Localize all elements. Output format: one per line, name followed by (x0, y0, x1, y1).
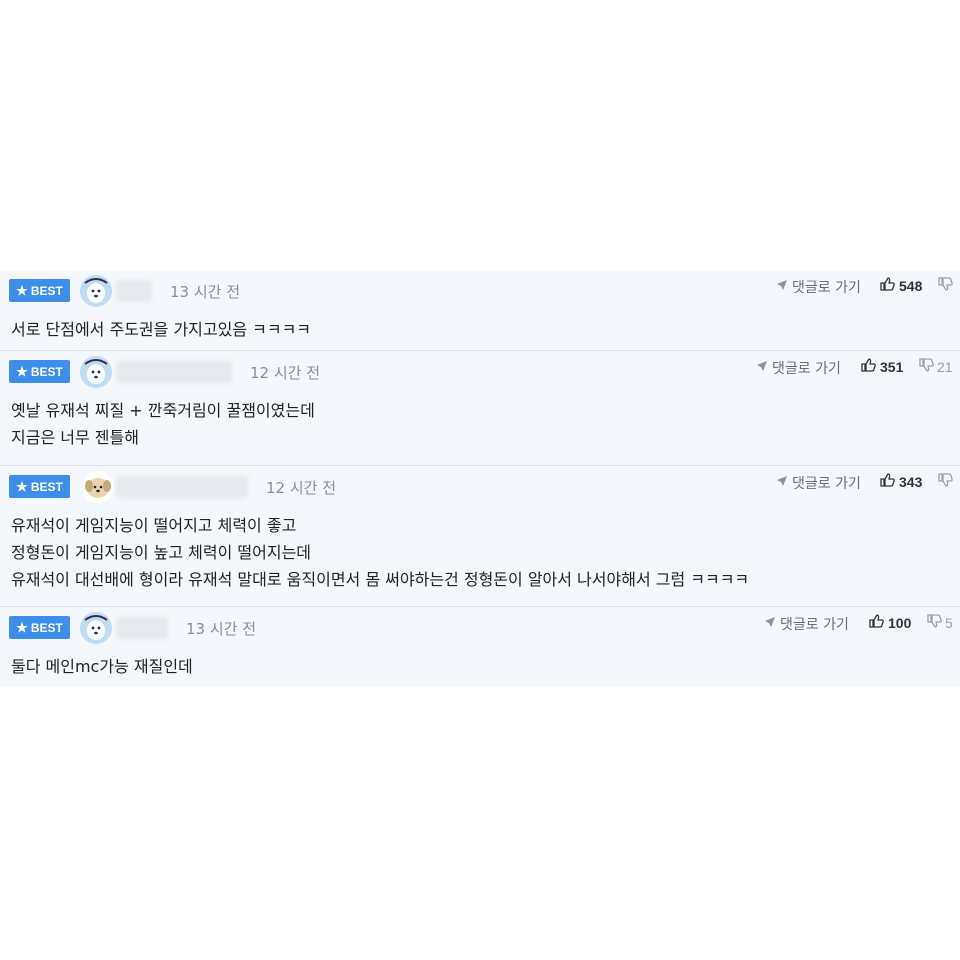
like-button[interactable]: 343 (880, 473, 922, 490)
avatar[interactable] (80, 275, 112, 307)
username-blurred[interactable] (116, 617, 168, 639)
dislike-button[interactable] (938, 277, 956, 294)
best-badge: ★ BEST (9, 475, 70, 498)
dislike-count: 21 (937, 358, 953, 375)
comment-body: 서로 단점에서 주도권을 가지고있음 ㅋㅋㅋㅋ (11, 316, 311, 343)
username-blurred[interactable] (116, 361, 232, 383)
reply-link-label: 댓글로 가기 (792, 476, 861, 492)
avatar[interactable] (82, 471, 114, 503)
reply-link-label: 댓글로 가기 (772, 361, 841, 377)
like-count: 351 (880, 358, 904, 375)
reply-link-label: 댓글로 가기 (780, 617, 849, 633)
comment-line: 옛날 유재석 찌질 + 깐죽거림이 꿀잼이였는데 (11, 401, 315, 420)
comment-body: 유재석이 게임지능이 떨어지고 체력이 좋고 정형돈이 게임지능이 높고 체력이… (11, 512, 749, 593)
reply-link[interactable]: 댓글로 가기 (776, 277, 861, 297)
thumbs-up-icon (861, 358, 876, 375)
avatar[interactable] (80, 356, 112, 388)
arrow-icon (764, 616, 776, 632)
comment-line: 지금은 너무 젠틀해 (11, 428, 139, 447)
comment-item: ★ BEST 12 시간 전 댓글로 가기 343 유재석이 게임지능이 떨어지… (0, 466, 960, 607)
star-icon: ★ (16, 283, 28, 298)
comment-item: ★ BEST 13 시간 전 댓글로 가기 548 서로 단점에서 주도권을 가… (0, 270, 960, 351)
comment-time: 12 시간 전 (250, 364, 321, 382)
thumbs-up-icon (880, 473, 895, 490)
best-badge-label: BEST (30, 283, 63, 298)
comment-item: ★ BEST 12 시간 전 댓글로 가기 351 21 옛날 유재석 찌질 +… (0, 351, 960, 466)
username-blurred[interactable] (116, 280, 152, 302)
like-button[interactable]: 100 (869, 614, 911, 631)
comment-time: 12 시간 전 (266, 479, 337, 497)
dislike-button[interactable]: 5 (927, 614, 953, 631)
thumbs-down-icon (927, 614, 942, 631)
star-icon: ★ (16, 364, 28, 379)
comment-time: 13 시간 전 (186, 620, 257, 638)
comment-line: 서로 단점에서 주도권을 가지고있음 ㅋㅋㅋㅋ (11, 320, 312, 339)
best-badge-label: BEST (30, 620, 63, 635)
like-count: 100 (888, 614, 912, 631)
comment-line: 유재석이 게임지능이 떨어지고 체력이 좋고 (11, 516, 297, 535)
comment-line: 정형돈이 게임지능이 높고 체력이 떨어지는데 (11, 543, 312, 562)
comment-line: 둘다 메인mc가능 재질인데 (11, 657, 193, 676)
star-icon: ★ (16, 479, 28, 494)
best-badge: ★ BEST (9, 279, 70, 302)
thumbs-down-icon (919, 358, 934, 375)
arrow-icon (776, 475, 788, 491)
thumbs-up-icon (880, 277, 895, 294)
username-blurred[interactable] (116, 476, 248, 498)
like-count: 343 (899, 473, 923, 490)
comment-time: 13 시간 전 (170, 283, 241, 301)
comment-list: ★ BEST 13 시간 전 댓글로 가기 548 서로 단점에서 주도권을 가… (0, 270, 960, 687)
dislike-button[interactable] (938, 473, 956, 490)
avatar[interactable] (80, 612, 112, 644)
comment-line: 유재석이 대선배에 형이라 유재석 말대로 움직이면서 몸 써야하는건 정형돈이… (11, 570, 750, 589)
best-badge-label: BEST (30, 479, 63, 494)
arrow-icon (756, 360, 768, 376)
like-button[interactable]: 548 (880, 277, 922, 294)
reply-link[interactable]: 댓글로 가기 (776, 473, 861, 493)
best-badge-label: BEST (30, 364, 63, 379)
reply-link[interactable]: 댓글로 가기 (756, 358, 841, 378)
comment-body: 둘다 메인mc가능 재질인데 (11, 653, 193, 680)
reply-link[interactable]: 댓글로 가기 (764, 614, 849, 634)
best-badge: ★ BEST (9, 616, 70, 639)
like-button[interactable]: 351 (861, 358, 903, 375)
arrow-icon (776, 279, 788, 295)
thumbs-down-icon (938, 277, 953, 294)
reply-link-label: 댓글로 가기 (792, 280, 861, 296)
thumbs-down-icon (938, 473, 953, 490)
comment-item: ★ BEST 13 시간 전 댓글로 가기 100 5 둘다 메인mc가능 재질… (0, 607, 960, 687)
dislike-button[interactable]: 21 (919, 358, 953, 375)
star-icon: ★ (16, 620, 28, 635)
dislike-count: 5 (945, 614, 953, 631)
thumbs-up-icon (869, 614, 884, 631)
comment-body: 옛날 유재석 찌질 + 깐죽거림이 꿀잼이였는데 지금은 너무 젠틀해 (11, 397, 315, 451)
best-badge: ★ BEST (9, 360, 70, 383)
like-count: 548 (899, 277, 923, 294)
